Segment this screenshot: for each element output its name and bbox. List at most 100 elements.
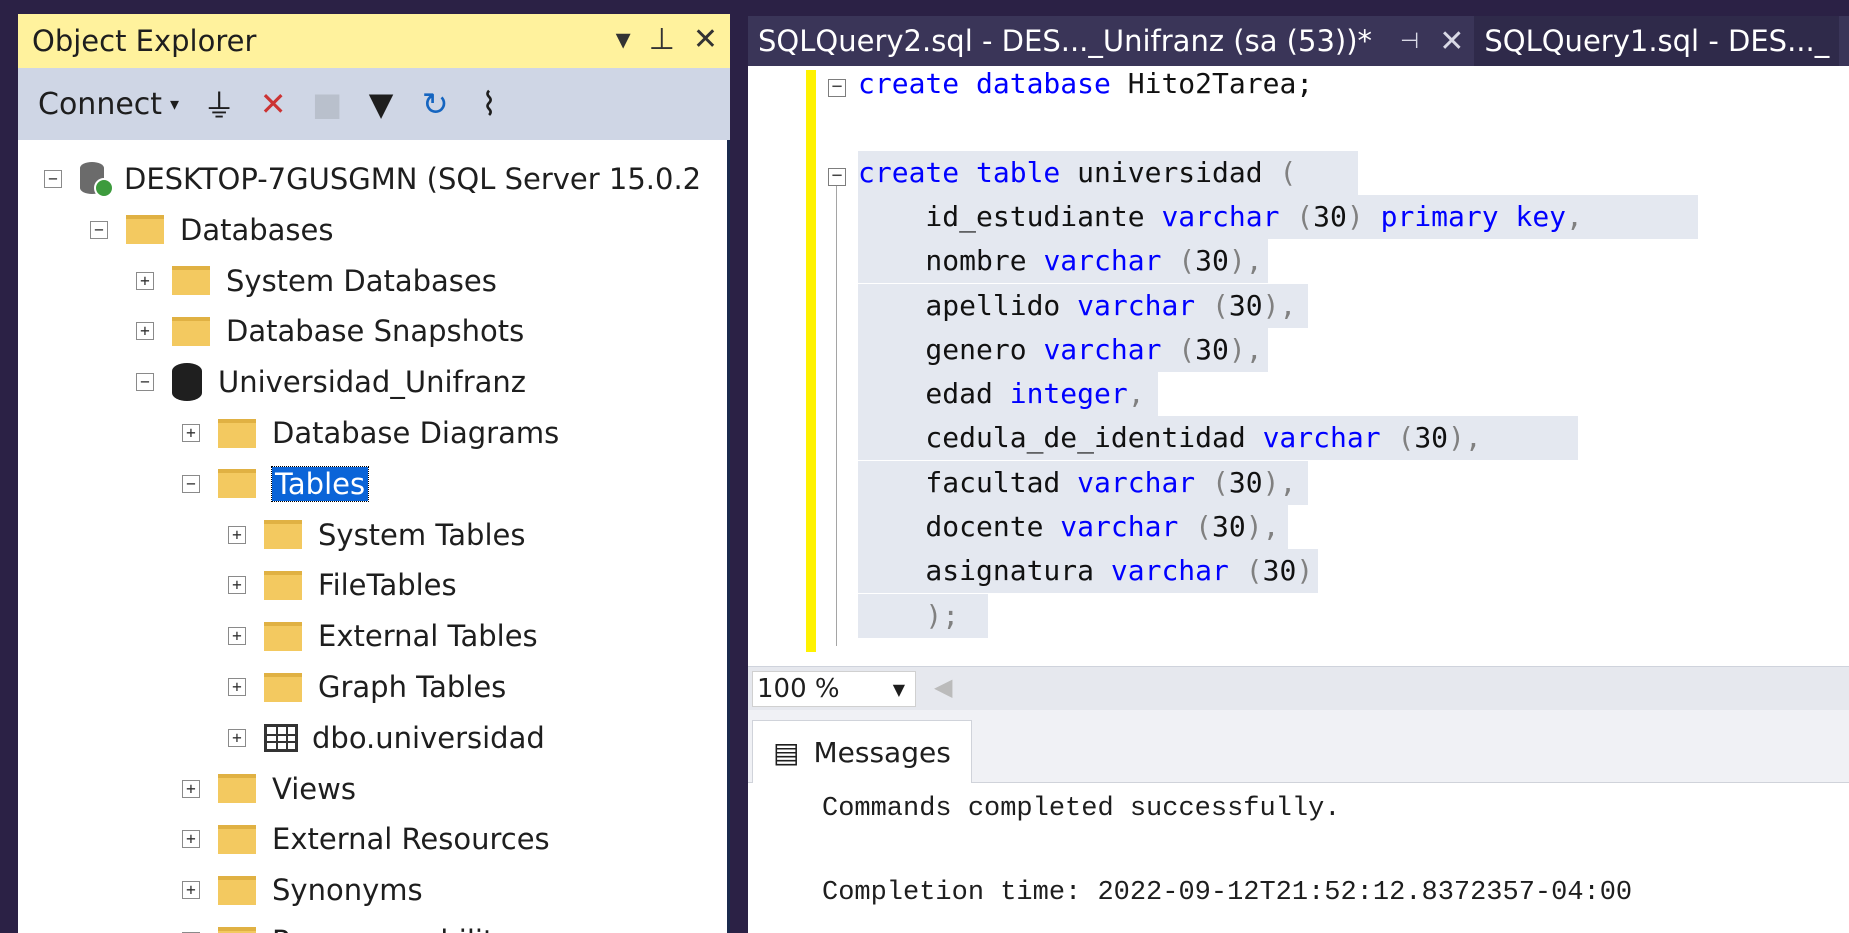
tree-node[interactable]: − Databases <box>90 205 333 255</box>
code-line[interactable]: apellido varchar (30), <box>858 283 1308 328</box>
tree-node[interactable]: + Graph Tables <box>228 662 506 712</box>
code-token: ), <box>1448 421 1482 455</box>
code-token: ), <box>1245 510 1280 543</box>
tab-sqlquery1[interactable]: SQLQuery1.sql - DES..._ <box>1474 16 1840 66</box>
tree-node[interactable]: + Views <box>182 764 356 814</box>
sql-keyword: create table <box>858 155 1061 189</box>
collapse-icon[interactable]: − <box>44 170 62 188</box>
tab-sqlquery2[interactable]: SQLQuery2.sql - DES..._Unifranz (sa (53)… <box>748 16 1475 66</box>
tree-node[interactable]: − DESKTOP-7GUSGMN (SQL Server 15.0.2 <box>44 154 701 204</box>
close-icon[interactable]: ✕ <box>1439 24 1464 59</box>
tree-node[interactable]: +Programmability <box>182 916 512 933</box>
expand-icon[interactable]: + <box>228 627 246 646</box>
chevron-down-icon[interactable]: ▼ <box>893 680 905 699</box>
close-icon[interactable]: ✕ <box>693 20 718 60</box>
collapse-icon[interactable]: − <box>182 474 200 493</box>
tree-node[interactable]: + FileTables <box>228 560 457 610</box>
tree-node[interactable]: + Synonyms <box>182 865 423 915</box>
code-token: apellido <box>858 288 1078 322</box>
expand-icon[interactable]: + <box>228 678 246 696</box>
tree-node[interactable]: + dbo.universidad <box>228 713 545 763</box>
document-tab-strip: SQLQuery2.sql - DES..._Unifranz (sa (53)… <box>748 16 1849 66</box>
expand-icon[interactable]: + <box>136 271 154 290</box>
code-token: ( <box>1195 288 1229 322</box>
sql-keyword: varchar <box>1262 421 1381 455</box>
messages-tab-label: Messages <box>813 735 951 769</box>
tree-node[interactable]: + Database Snapshots <box>136 306 524 356</box>
tree-node[interactable]: + External Resources <box>182 814 550 864</box>
tree-node-label: External Resources <box>272 822 550 857</box>
sql-keyword: integer <box>1009 377 1128 411</box>
pin-icon[interactable]: ⊥ <box>649 20 675 60</box>
code-line[interactable]: docente varchar (30), <box>858 505 1288 549</box>
tree-node-label: FileTables <box>318 568 457 603</box>
expand-icon[interactable]: + <box>228 576 246 595</box>
tree-node[interactable]: − Tables <box>182 459 370 509</box>
code-token: id_estudiante <box>858 199 1162 233</box>
chevron-down-icon[interactable]: ▾ <box>170 94 179 115</box>
code-token: , <box>1566 199 1583 233</box>
code-token: 30 <box>1228 288 1263 322</box>
disconnect-plug-icon[interactable]: ✕ <box>253 85 293 123</box>
tree-node[interactable]: + External Tables <box>228 611 538 661</box>
tab-messages[interactable]: ▤ Messages <box>752 720 972 783</box>
tree-node-label: Graph Tables <box>318 670 507 704</box>
sql-keyword: varchar <box>1043 332 1162 366</box>
server-icon <box>80 162 114 198</box>
collapse-icon[interactable]: − <box>828 78 846 97</box>
refresh-icon[interactable]: ↻ <box>415 85 455 123</box>
folder-icon <box>218 774 256 804</box>
tree-node[interactable]: + System Tables <box>228 510 525 560</box>
scroll-left-icon[interactable]: ◀ <box>934 673 952 701</box>
expand-icon[interactable]: + <box>182 830 200 849</box>
collapse-icon[interactable]: − <box>136 373 154 392</box>
object-explorer-title-bar: Object Explorer ▾ ⊥ ✕ <box>18 14 730 68</box>
results-tab-strip: ▤ Messages <box>748 710 1849 783</box>
expand-icon[interactable]: + <box>228 728 246 747</box>
connect-plug-icon[interactable]: ⏚ <box>199 81 239 127</box>
zoom-select[interactable]: 100 % ▼ <box>752 671 916 707</box>
code-line[interactable]: edad integer, <box>858 372 1158 417</box>
expand-icon[interactable]: + <box>182 881 200 900</box>
code-line[interactable]: cedula_de_identidad varchar (30), <box>858 416 1578 461</box>
code-token: 30 <box>1262 554 1297 588</box>
code-line[interactable]: facultad varchar (30), <box>858 460 1308 505</box>
zoom-value: 100 % <box>757 674 840 704</box>
sql-editor[interactable]: − − create database Hito2Tarea; create ta… <box>748 66 1849 666</box>
tree-node-label: Synonyms <box>272 873 423 908</box>
code-line[interactable]: genero varchar (30), <box>858 327 1268 372</box>
code-line[interactable]: create database Hito2Tarea; <box>858 66 1313 106</box>
connect-button[interactable]: Connect <box>38 87 162 122</box>
code-token: Hito2Tarea; <box>1110 67 1314 100</box>
code-token: ( <box>1178 510 1213 543</box>
tree-node[interactable]: + Database Diagrams <box>182 408 559 458</box>
expand-icon[interactable]: + <box>228 525 246 544</box>
tree-node-label: System Databases <box>226 263 497 298</box>
filter-icon[interactable]: ▼ <box>361 85 401 123</box>
tree-node[interactable]: + System Databases <box>136 256 497 306</box>
code-token: ( <box>1195 465 1229 499</box>
code-token: ) <box>1296 554 1314 588</box>
tree-node[interactable]: − Universidad_Unifranz <box>136 357 526 407</box>
expand-icon[interactable]: + <box>182 779 200 798</box>
code-line[interactable]: create table universidad ( <box>858 150 1358 195</box>
collapse-icon[interactable]: − <box>828 167 846 186</box>
code-token: ) <box>1346 199 1364 233</box>
tree-node-label: Universidad_Unifranz <box>218 365 527 400</box>
code-line[interactable]: nombre varchar (30), <box>858 239 1268 284</box>
expand-icon[interactable]: + <box>182 424 200 442</box>
fold-guide <box>836 186 837 646</box>
code-token: 30 <box>1228 465 1263 499</box>
code-line[interactable]: id_estudiante varchar (30) primary key, <box>858 194 1698 239</box>
code-token: edad <box>858 377 1010 411</box>
activity-monitor-icon[interactable]: ⌇ <box>469 85 509 123</box>
dropdown-icon[interactable]: ▾ <box>616 20 631 60</box>
collapse-icon[interactable]: − <box>90 220 108 239</box>
code-token: universidad <box>1060 155 1280 189</box>
expand-icon[interactable]: + <box>136 322 154 341</box>
code-line[interactable]: asignatura varchar (30) <box>858 549 1318 594</box>
pin-icon[interactable]: ⊣ <box>1400 29 1419 54</box>
code-token: ( <box>1228 554 1263 588</box>
code-line[interactable]: ); <box>858 593 988 638</box>
tree-node-label: dbo.universidad <box>312 720 545 755</box>
